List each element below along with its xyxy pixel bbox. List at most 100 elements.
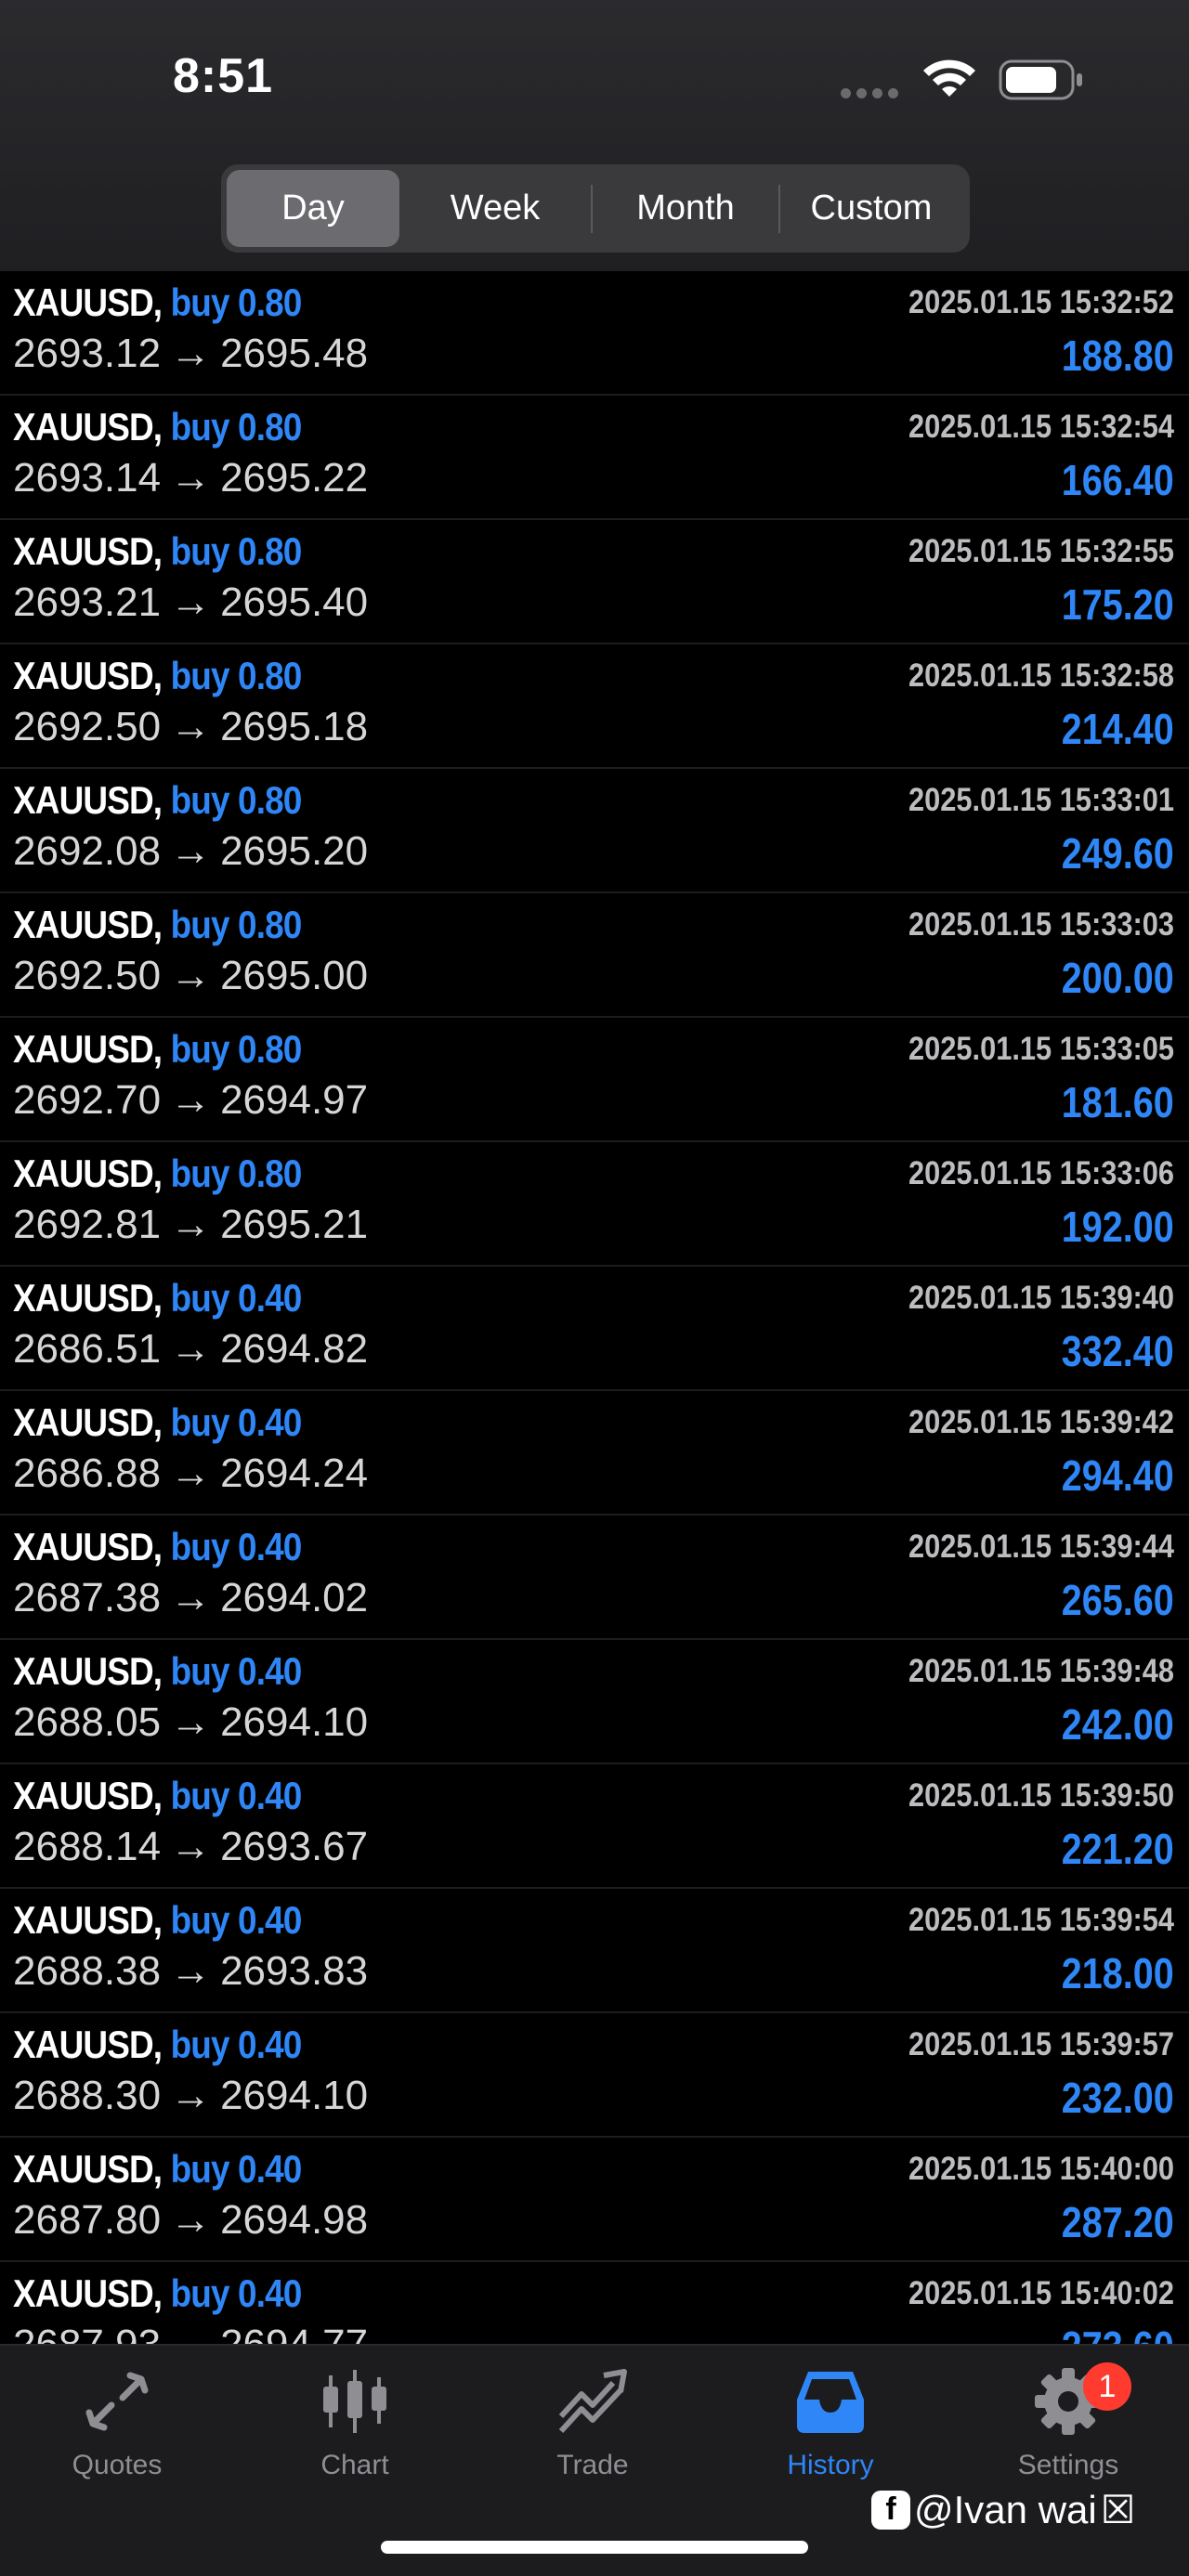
deal-profit: 221.20 [1061, 1825, 1174, 1873]
deal-row[interactable]: XAUUSD, buy 0.80 2692.08 → 2695.20 2025.01… [0, 769, 1189, 893]
deal-row[interactable]: XAUUSD, buy 0.40 2687.80 → 2694.98 2025.01… [0, 2138, 1189, 2262]
deal-open-price: 2692.08 [13, 828, 162, 874]
price-arrow-icon: → [170, 579, 212, 625]
deal-close-price: 2695.22 [220, 455, 369, 501]
deal-prices: 2687.38 → 2694.02 [13, 1575, 368, 1621]
deal-prices: 2688.38 → 2693.83 [13, 1948, 368, 1995]
deal-symbol: XAUUSD, [13, 280, 163, 324]
deal-row[interactable]: XAUUSD, buy 0.40 2686.51 → 2694.82 2025.01… [0, 1267, 1189, 1391]
deal-row[interactable]: XAUUSD, buy 0.40 2686.88 → 2694.24 2025.01… [0, 1391, 1189, 1516]
deal-time: 2025.01.15 15:33:03 [908, 906, 1174, 943]
deal-symbol: XAUUSD, [13, 2271, 163, 2315]
deal-row[interactable]: XAUUSD, buy 0.80 2693.21 → 2695.40 2025.01… [0, 520, 1189, 644]
deal-symbol-line: XAUUSD, buy 0.40 [13, 1276, 303, 1321]
tab-chart[interactable]: Chart [262, 2366, 448, 2481]
deal-prices: 2693.14 → 2695.22 [13, 455, 368, 501]
deal-symbol: XAUUSD, [13, 1027, 163, 1071]
segment-month[interactable]: Month [593, 170, 778, 247]
deal-open-price: 2692.50 [13, 704, 162, 749]
tab-trade[interactable]: Trade [500, 2366, 686, 2481]
deal-open-price: 2686.51 [13, 1326, 162, 1372]
deal-close-price: 2694.10 [220, 2073, 369, 2118]
deal-row[interactable]: XAUUSD, buy 0.80 2692.70 → 2694.97 2025.01… [0, 1018, 1189, 1142]
deal-open-price: 2687.38 [13, 1575, 162, 1620]
price-arrow-icon: → [170, 1202, 212, 1247]
deal-symbol-line: XAUUSD, buy 0.40 [13, 2147, 302, 2192]
deal-row[interactable]: XAUUSD, buy 0.80 2693.12 → 2695.48 2025.01… [0, 271, 1189, 396]
deal-symbol-line: XAUUSD, buy 0.40 [13, 2271, 302, 2316]
deal-time: 2025.01.15 15:39:48 [908, 1653, 1174, 1689]
price-arrow-icon: → [170, 1699, 212, 1745]
price-arrow-icon: → [170, 704, 212, 749]
price-arrow-icon: → [170, 1451, 212, 1496]
deal-symbol-line: XAUUSD, buy 0.40 [13, 1649, 303, 1694]
deal-open-price: 2688.38 [13, 1948, 162, 1994]
price-arrow-icon: → [170, 828, 212, 874]
deal-open-price: 2687.93 [13, 2322, 161, 2344]
deal-symbol: XAUUSD, [13, 2023, 163, 2066]
tab-label-trade: Trade [556, 2450, 629, 2480]
deal-symbol-line: XAUUSD, buy 0.40 [13, 1898, 302, 1943]
price-arrow-icon: → [170, 2073, 212, 2118]
chart-icon [323, 2370, 386, 2433]
deal-symbol-line: XAUUSD, buy 0.80 [13, 1027, 302, 1072]
deal-symbol: XAUUSD, [13, 903, 163, 946]
deal-close-price: 2695.20 [220, 828, 369, 874]
wifi-icon [923, 59, 975, 97]
deal-row[interactable]: XAUUSD, buy 0.80 2693.14 → 2695.22 2025.01… [0, 396, 1189, 520]
deal-symbol-line: XAUUSD, buy 0.40 [13, 1525, 302, 1569]
deal-symbol-line: XAUUSD, buy 0.80 [13, 405, 303, 449]
deal-close-price: 2694.10 [220, 1699, 369, 1745]
deal-side-volume: buy 0.40 [170, 1400, 303, 1444]
deal-prices: 2686.88 → 2694.24 [13, 1451, 368, 1497]
deal-time: 2025.01.15 15:39:44 [908, 1529, 1174, 1565]
deal-time: 2025.01.15 15:39:50 [908, 1777, 1174, 1814]
cellular-signal-icon [841, 88, 898, 98]
deal-side-volume: buy 0.80 [170, 778, 303, 822]
deal-side-volume: buy 0.80 [170, 280, 303, 324]
deal-time: 2025.01.15 15:33:05 [908, 1031, 1174, 1067]
segment-custom[interactable]: Custom [780, 170, 962, 247]
deal-row[interactable]: XAUUSD, buy 0.40 2688.30 → 2694.10 2025.01… [0, 2013, 1189, 2138]
price-arrow-icon: → [170, 2197, 212, 2243]
deal-symbol: XAUUSD, [13, 1649, 163, 1693]
history-deal-list[interactable]: XAUUSD, buy 0.80 2693.12 → 2695.48 2025.01… [0, 271, 1189, 2344]
deal-row[interactable]: XAUUSD, buy 0.80 2692.81 → 2695.21 2025.01… [0, 1142, 1189, 1267]
deal-open-price: 2692.50 [13, 953, 162, 998]
deal-side-volume: buy 0.40 [170, 2023, 303, 2066]
deal-time: 2025.01.15 15:33:06 [908, 1155, 1174, 1191]
deal-symbol-line: XAUUSD, buy 0.80 [13, 903, 302, 947]
deal-row[interactable]: XAUUSD, buy 0.40 2688.05 → 2694.10 2025.01… [0, 1640, 1189, 1764]
tab-quotes[interactable]: Quotes [24, 2366, 210, 2481]
settings-badge: 1 [1083, 2362, 1131, 2411]
deal-side-volume: buy 0.80 [170, 529, 303, 573]
deal-side-volume: buy 0.40 [170, 1649, 303, 1693]
watermark-text: @Ivan wai [914, 2487, 1097, 2531]
deal-row[interactable]: XAUUSD, buy 0.80 2692.50 → 2695.00 2025.01… [0, 893, 1189, 1018]
deal-profit: 273.60 [1062, 2322, 1174, 2344]
deal-prices: 2687.93 → 2694.77 [13, 2322, 368, 2344]
price-arrow-icon: → [170, 953, 212, 998]
deal-row[interactable]: XAUUSD, buy 0.40 2688.38 → 2693.83 2025.01… [0, 1889, 1189, 2013]
deal-row[interactable]: XAUUSD, buy 0.40 2687.38 → 2694.02 2025.01… [0, 1516, 1189, 1640]
segment-day[interactable]: Day [227, 170, 399, 247]
segment-week[interactable]: Week [399, 170, 591, 247]
deal-side-volume: buy 0.40 [170, 1276, 303, 1320]
tab-history[interactable]: History [738, 2366, 923, 2481]
deal-row[interactable]: XAUUSD, buy 0.40 2687.93 → 2694.77 2025.01… [0, 2262, 1189, 2344]
deal-time: 2025.01.15 15:32:54 [908, 409, 1174, 445]
deal-symbol: XAUUSD, [13, 1276, 163, 1320]
deal-symbol: XAUUSD, [13, 654, 163, 697]
tab-settings[interactable]: 1 Settings [975, 2362, 1161, 2481]
deal-prices: 2693.21 → 2695.40 [13, 579, 368, 626]
price-arrow-icon: → [170, 331, 212, 376]
deal-profit: 287.20 [1061, 2198, 1174, 2246]
deal-symbol: XAUUSD, [13, 1525, 163, 1568]
deal-close-price: 2695.00 [220, 953, 369, 998]
deal-row[interactable]: XAUUSD, buy 0.40 2688.14 → 2693.67 2025.01… [0, 1764, 1189, 1889]
deal-row[interactable]: XAUUSD, buy 0.80 2692.50 → 2695.18 2025.01… [0, 644, 1189, 769]
deal-side-volume: buy 0.80 [170, 405, 303, 449]
deal-symbol-line: XAUUSD, buy 0.40 [13, 2023, 303, 2067]
deal-open-price: 2692.70 [13, 1077, 162, 1123]
deal-profit: 332.40 [1061, 1327, 1174, 1375]
